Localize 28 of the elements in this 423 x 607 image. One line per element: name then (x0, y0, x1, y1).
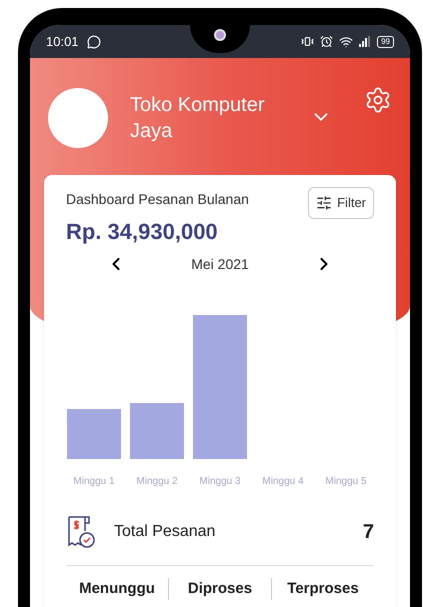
total-orders-label: Total Pesanan (114, 522, 216, 542)
settings-icon (364, 86, 392, 114)
chat-icon (86, 34, 101, 48)
status-tab[interactable]: Diproses (168, 578, 271, 600)
week-label: Minggu 4 (261, 474, 305, 488)
battery-level: 99 (377, 36, 394, 48)
week-label: Minggu 3 (198, 474, 242, 488)
wifi-icon (339, 34, 354, 48)
vibrate-icon (301, 35, 314, 48)
store-name: Toko Komputer Jaya (130, 93, 266, 144)
chart-bar (67, 408, 121, 458)
receipt-icon (66, 514, 96, 548)
signal-icon (359, 36, 372, 47)
total-orders-value: 7 (362, 520, 374, 544)
settings-button[interactable] (364, 86, 392, 114)
week-label: Minggu 2 (135, 474, 179, 488)
clock-time: 10:01 (46, 32, 79, 51)
card-title: Dashboard Pesanan Bulanan (66, 190, 249, 209)
week-label: Minggu 1 (72, 474, 116, 488)
monthly-amount: Rp. 34,930,000 (66, 218, 219, 246)
month-label: Mei 2021 (191, 254, 249, 274)
status-tab[interactable]: Menunggu (66, 578, 168, 600)
sliders-icon (316, 194, 332, 211)
status-tab[interactable]: Terproses (271, 578, 374, 600)
filter-button[interactable]: Filter (308, 187, 374, 218)
week-label: Minggu 5 (324, 474, 368, 488)
alarm-icon (320, 35, 334, 48)
chart-bar (130, 402, 184, 458)
